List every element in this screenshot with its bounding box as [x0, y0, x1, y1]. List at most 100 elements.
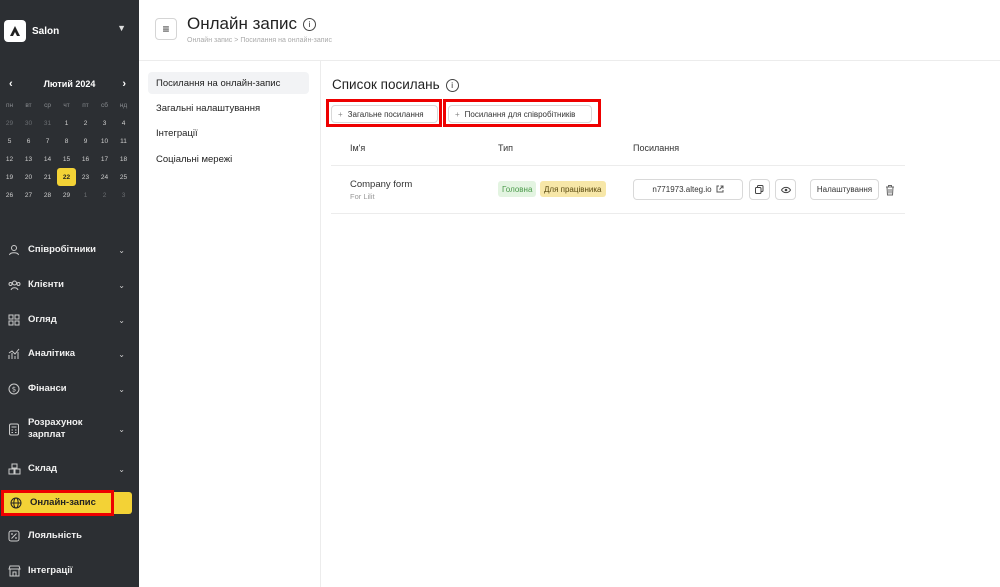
link-subtitle: For Lilit — [350, 192, 375, 201]
link-name: Company form — [350, 179, 413, 190]
calendar-day[interactable]: 20 — [19, 168, 38, 186]
breadcrumb-item: Посилання на онлайн-запис — [240, 37, 332, 44]
calendar-day[interactable]: 21 — [38, 168, 57, 186]
chevron-down-icon: ⌄ — [118, 245, 125, 255]
chevron-down-icon: ▼ — [117, 23, 126, 33]
sidebar-item-integrations[interactable]: Інтеграції — [0, 563, 139, 579]
column-header-type: Тип — [498, 143, 514, 153]
calendar-day[interactable]: 26 — [0, 186, 19, 204]
page-title: Онлайн запис i — [187, 14, 317, 34]
grid-icon — [7, 313, 21, 327]
page-header: ≡ Онлайн запис i Онлайн запис > Посилання… — [139, 0, 1000, 61]
calendar-day[interactable]: 18 — [114, 150, 133, 168]
calendar-day[interactable]: 2 — [95, 186, 114, 204]
calendar-day[interactable]: 5 — [0, 132, 19, 150]
link-url-button[interactable]: n771973.alteg.io — [633, 179, 743, 200]
preview-button[interactable] — [775, 179, 796, 200]
sidebar-item-label: Інтеграції — [28, 565, 73, 576]
sidebar-item-label: Розрахунок зарплат — [28, 417, 83, 440]
sidebar-item-label: Співробітники — [28, 244, 97, 255]
chevron-right-icon[interactable]: › — [122, 78, 126, 90]
chevron-down-icon: ⌄ — [118, 349, 125, 359]
breadcrumb: Онлайн запис > Посилання на онлайн-запис — [187, 37, 332, 44]
users-icon — [7, 278, 21, 292]
calendar-day[interactable]: 17 — [95, 150, 114, 168]
chevron-down-icon: ⌄ — [118, 280, 125, 290]
calendar-day[interactable]: 6 — [19, 132, 38, 150]
brand-name: Salon — [32, 25, 60, 37]
info-icon[interactable]: i — [303, 18, 317, 32]
calendar-weekday: вт — [25, 101, 32, 109]
settings-item-social[interactable]: Соціальні мережі — [148, 148, 309, 170]
calendar-weekday: ср — [44, 101, 51, 109]
sidebar: Salon ▼ ‹ Лютий 2024 › пн вт ср чт пт сб нд 29 3… — [0, 0, 139, 587]
calendar-day[interactable]: 19 — [0, 168, 19, 186]
calendar-day[interactable]: 14 — [38, 150, 57, 168]
menu-toggle-button[interactable]: ≡ — [155, 18, 177, 40]
column-header-name: Ім'я — [350, 143, 366, 153]
calendar-day[interactable]: 10 — [95, 132, 114, 150]
calendar-day[interactable]: 1 — [57, 114, 76, 132]
sidebar-item-label: Склад — [28, 463, 58, 474]
sidebar-item-label: Лояльність — [28, 530, 82, 541]
chart-icon — [7, 347, 21, 361]
calendar-day[interactable]: 2 — [76, 114, 95, 132]
dollar-icon: $ — [7, 382, 21, 396]
calendar-day[interactable]: 24 — [95, 168, 114, 186]
calendar-day[interactable]: 15 — [57, 150, 76, 168]
calendar-day[interactable]: 28 — [38, 186, 57, 204]
calendar-day[interactable]: 4 — [114, 114, 133, 132]
highlight-box — [326, 99, 442, 127]
sidebar-item-overview[interactable]: Огляд ⌄ — [0, 312, 139, 328]
calendar-day[interactable]: 29 — [57, 186, 76, 204]
brand-switcher[interactable]: Salon ▼ — [4, 18, 136, 44]
sidebar-item-payroll[interactable]: Розрахунок зарплат ⌄ — [0, 414, 139, 444]
main-content: Список посилань i + Загальне посилання + … — [321, 61, 1000, 587]
copy-button[interactable] — [749, 179, 770, 200]
calendar-day[interactable]: 16 — [76, 150, 95, 168]
sidebar-item-analytics[interactable]: Аналітика ⌄ — [0, 346, 139, 362]
calendar-day[interactable]: 31 — [38, 114, 57, 132]
calendar-day[interactable]: 11 — [114, 132, 133, 150]
calendar-day[interactable]: 25 — [114, 168, 133, 186]
highlight-box — [1, 490, 114, 516]
calendar-day[interactable]: 9 — [76, 132, 95, 150]
calendar-day[interactable]: 27 — [19, 186, 38, 204]
calendar-day[interactable]: 8 — [57, 132, 76, 150]
calendar-day[interactable]: 30 — [19, 114, 38, 132]
calendar-grid: пн вт ср чт пт сб нд 29 30 31 1 2 3 4 5 6 7 8 9 10 11 12 13 14 1… — [0, 96, 134, 204]
sidebar-item-label: Огляд — [28, 314, 57, 325]
calendar-weekday: нд — [119, 101, 128, 109]
sidebar-item-loyalty[interactable]: Лояльність — [0, 528, 139, 544]
chevron-down-icon: ⌄ — [118, 384, 125, 394]
calendar-day[interactable]: 3 — [95, 114, 114, 132]
calendar-weekday: пт — [82, 101, 89, 109]
brand-logo-icon — [4, 20, 26, 42]
sidebar-item-warehouse[interactable]: Склад ⌄ — [0, 461, 139, 477]
sidebar-item-employees[interactable]: Співробітники ⌄ — [0, 242, 139, 258]
info-icon[interactable]: i — [445, 78, 459, 92]
breadcrumb-item[interactable]: Онлайн запис — [187, 37, 232, 44]
calendar-weekday: пн — [5, 101, 14, 109]
calendar-day-today[interactable]: 22 — [57, 168, 76, 186]
sidebar-item-clients[interactable]: Клієнти ⌄ — [0, 277, 139, 293]
type-badge-employee: Для працівника — [540, 181, 606, 197]
sidebar-item-finance[interactable]: $ Фінанси ⌄ — [0, 381, 139, 397]
settings-button[interactable]: Налаштування — [810, 179, 879, 200]
calendar-day[interactable]: 29 — [0, 114, 19, 132]
calendar-day[interactable]: 23 — [76, 168, 95, 186]
calendar-day[interactable]: 3 — [114, 186, 133, 204]
calendar-day[interactable]: 13 — [19, 150, 38, 168]
settings-item-booking-links[interactable]: Посилання на онлайн-запис — [148, 72, 309, 94]
settings-item-general[interactable]: Загальні налаштування — [148, 97, 309, 119]
trash-icon[interactable] — [885, 183, 895, 196]
calendar-header: ‹ Лютий 2024 › — [0, 78, 139, 92]
link-url: n771973.alteg.io — [652, 185, 712, 194]
calendar-day[interactable]: 1 — [76, 186, 95, 204]
settings-item-integrations[interactable]: Інтеграції — [148, 122, 309, 144]
calculator-icon — [7, 422, 21, 436]
chevron-down-icon: ⌄ — [118, 315, 125, 325]
calendar-day[interactable]: 7 — [38, 132, 57, 150]
calendar-day[interactable]: 12 — [0, 150, 19, 168]
calendar-weekday: чт — [63, 101, 70, 109]
